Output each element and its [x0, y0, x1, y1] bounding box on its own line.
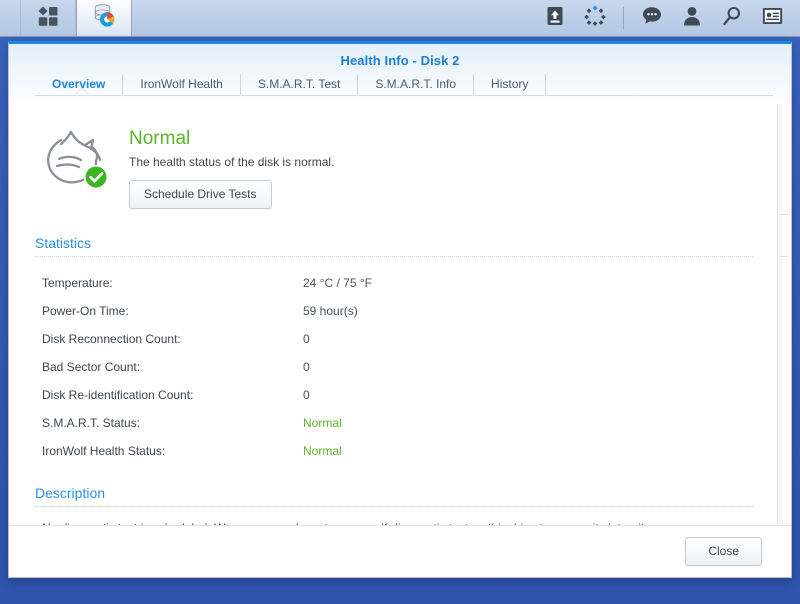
table-row: S.M.A.R.T. Status: Normal	[35, 409, 753, 437]
scrollbar[interactable]	[777, 104, 791, 525]
top-taskbar	[0, 0, 800, 37]
tab-underline	[35, 95, 773, 96]
taskbar-tray	[537, 0, 800, 36]
stat-label-ironwolf-health-status: IronWolf Health Status:	[42, 444, 166, 458]
scrollbar-mark	[780, 214, 789, 215]
stat-label-disk-reconnection-count: Disk Reconnection Count:	[42, 332, 181, 346]
tab-active-notch	[75, 89, 89, 95]
description-section: Description No diagnostic test is schedu…	[35, 485, 753, 525]
stat-value-smart-status: Normal	[303, 416, 342, 430]
health-status-block: Normal The health status of the disk is …	[35, 126, 753, 209]
status-description: The health status of the disk is normal.	[129, 155, 335, 169]
statistics-section: Statistics Temperature: 24 °C / 75 °F Po…	[35, 235, 753, 465]
tab-smart-info[interactable]: S.M.A.R.T. Info	[358, 74, 475, 95]
check-circle-icon	[84, 165, 108, 189]
widgets-button[interactable]	[754, 0, 790, 36]
ironwolf-logo-icon	[41, 126, 113, 192]
person-icon	[683, 6, 701, 31]
statistics-heading: Statistics	[35, 235, 753, 257]
id-card-icon	[762, 7, 783, 30]
page-title: Health Info - Disk 2	[340, 53, 460, 68]
user-options-button[interactable]	[674, 0, 710, 36]
taskbar-spacer	[132, 0, 537, 36]
stat-label-bad-sector-count: Bad Sector Count:	[42, 360, 141, 374]
tab-ironwolf-health[interactable]: IronWolf Health	[123, 74, 241, 95]
taskbar-app-buttons	[0, 0, 132, 36]
stat-value-power-on-time: 59 hour(s)	[303, 304, 358, 318]
table-row: Power-On Time: 59 hour(s)	[35, 297, 753, 325]
tab-history[interactable]: History	[474, 74, 547, 95]
stat-value-disk-re-identification-count: 0	[303, 388, 310, 402]
diamond-cluster-icon	[584, 5, 606, 32]
speech-bubble-icon	[642, 6, 662, 30]
stat-label-disk-re-identification-count: Disk Re-identification Count:	[42, 388, 194, 402]
description-heading: Description	[35, 485, 753, 507]
scrollbar-thumb[interactable]	[779, 104, 790, 525]
stat-value-disk-reconnection-count: 0	[303, 332, 310, 346]
search-button[interactable]	[714, 0, 750, 36]
stat-label-power-on-time: Power-On Time:	[42, 304, 129, 318]
stat-value-ironwolf-health-status: Normal	[303, 444, 342, 458]
schedule-drive-tests-button[interactable]: Schedule Drive Tests	[129, 180, 272, 209]
upload-icon	[546, 6, 564, 31]
storage-manager-button[interactable]	[76, 0, 132, 36]
main-menu-button[interactable]	[20, 0, 76, 36]
close-button[interactable]: Close	[685, 537, 762, 566]
stat-label-smart-status: S.M.A.R.T. Status:	[42, 416, 141, 430]
upload-queue-button[interactable]	[537, 0, 573, 36]
stat-label-temperature: Temperature:	[42, 276, 113, 290]
dialog-body: Normal The health status of the disk is …	[9, 104, 791, 525]
health-status-text: Normal The health status of the disk is …	[129, 126, 334, 209]
statistics-table: Temperature: 24 °C / 75 °F Power-On Time…	[35, 269, 753, 465]
dialog-footer: Close	[9, 525, 791, 577]
tab-smart-test[interactable]: S.M.A.R.T. Test	[241, 74, 359, 95]
table-row: Temperature: 24 °C / 75 °F	[35, 269, 753, 297]
tray-separator	[623, 7, 624, 29]
tab-bar: Overview IronWolf Health S.M.A.R.T. Test…	[9, 68, 791, 96]
description-body: No diagnostic test is scheduled. We reco…	[35, 519, 753, 525]
grid-squares-icon	[37, 5, 59, 32]
table-row: Bad Sector Count: 0	[35, 353, 753, 381]
storage-manager-icon	[91, 3, 117, 34]
status-badge: Normal	[129, 128, 191, 149]
health-info-dialog: Health Info - Disk 2 Overview IronWolf H…	[8, 41, 792, 578]
resource-monitor-button[interactable]	[577, 0, 613, 36]
table-row: IronWolf Health Status: Normal	[35, 437, 753, 465]
scrollbar-mark	[780, 256, 789, 257]
notifications-button[interactable]	[634, 0, 670, 36]
stat-value-bad-sector-count: 0	[303, 360, 310, 374]
table-row: Disk Reconnection Count: 0	[35, 325, 753, 353]
dialog-header: Health Info - Disk 2 Overview IronWolf H…	[9, 44, 791, 104]
table-row: Disk Re-identification Count: 0	[35, 381, 753, 409]
stat-value-temperature: 24 °C / 75 °F	[303, 276, 372, 290]
magnifier-icon	[722, 6, 742, 31]
